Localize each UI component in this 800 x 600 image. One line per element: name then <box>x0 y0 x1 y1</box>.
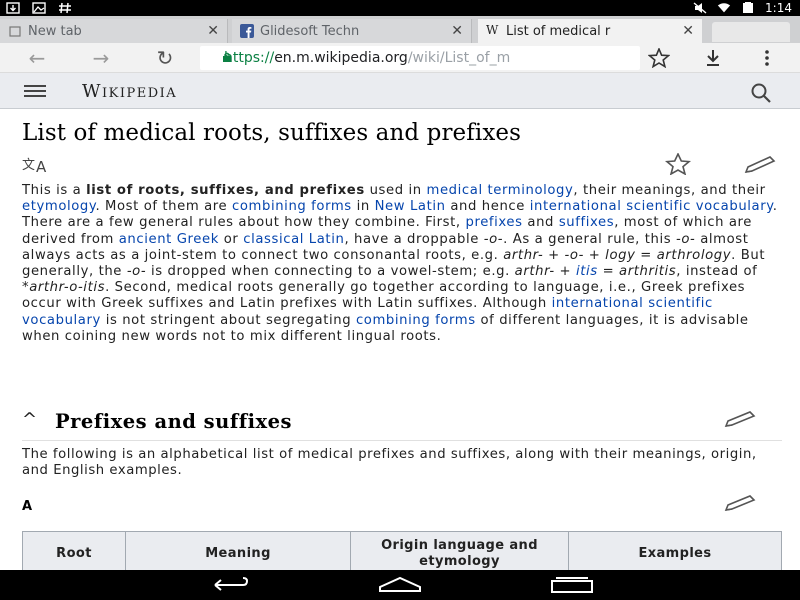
tab-label: New tab <box>28 23 82 39</box>
intro-text: and <box>522 215 559 231</box>
intro-text: or <box>218 231 244 247</box>
link-classical-latin[interactable]: classical Latin <box>243 232 344 247</box>
link-combining-forms[interactable]: combining forms <box>232 199 352 214</box>
intro-text: , have a droppable <box>344 231 484 247</box>
battery-icon <box>743 2 754 13</box>
page-actions: 文A <box>22 153 782 177</box>
intro-text: and hence <box>445 199 530 215</box>
svg-text:文: 文 <box>22 158 35 173</box>
intro-text: is dropped when connecting to a vowel-st… <box>146 264 515 280</box>
link-medical-terminology[interactable]: medical terminology <box>427 183 574 198</box>
close-icon[interactable]: ✕ <box>451 23 463 39</box>
home-nav-icon[interactable] <box>376 575 424 595</box>
link-itis[interactable]: itis <box>576 264 598 279</box>
section-title: Prefixes and suffixes <box>55 410 293 433</box>
facebook-icon <box>240 24 254 38</box>
intro-text: in <box>351 199 375 215</box>
hamburger-menu-icon[interactable] <box>24 85 46 97</box>
url-path: /wiki/List_of_m <box>407 50 511 66</box>
link-new-latin[interactable]: New Latin <box>375 199 446 214</box>
link-suffixes[interactable]: suffixes <box>559 215 614 230</box>
intro-text: , instead of <box>676 264 758 280</box>
link-international-scientific-vocabulary[interactable]: international scientific vocabulary <box>530 199 773 214</box>
tab-label: Glidesoft Techn <box>260 23 360 39</box>
tab-strip: New tab ✕ Glidesoft Techn ✕ W List of me… <box>0 16 800 43</box>
watch-star-icon[interactable] <box>662 153 694 175</box>
download-page-icon[interactable] <box>703 49 723 67</box>
intro-italic: arthr- + -o- + logy = arthrology <box>503 247 732 263</box>
page-title: List of medical roots, suffixes and pref… <box>22 120 522 146</box>
wiki-header: Wikipedia <box>0 73 800 109</box>
wifi-icon <box>717 3 731 13</box>
link-ancient-greek[interactable]: ancient Greek <box>119 232 219 247</box>
tab-wikipedia[interactable]: W List of medical r ✕ <box>478 19 702 43</box>
wikipedia-logo[interactable]: Wikipedia <box>82 81 177 102</box>
browser-toolbar: ← → ↻ https://en.m.wikipedia.org/wiki/Li… <box>0 43 800 73</box>
recents-nav-icon[interactable] <box>548 575 596 595</box>
new-tab-icon <box>9 26 21 37</box>
intro-italic: arthr- + <box>514 264 576 280</box>
chevron-up-icon[interactable]: ^ <box>22 409 37 430</box>
intro-text: , their meanings, and their <box>573 183 766 198</box>
edit-pencil-icon[interactable] <box>744 153 778 175</box>
link-prefixes[interactable]: prefixes <box>466 215 523 230</box>
intro-text: This is a <box>22 183 87 198</box>
back-arrow-icon[interactable]: ← <box>26 47 48 69</box>
subsection-heading: A <box>22 499 33 514</box>
android-nav-bar <box>0 570 800 600</box>
status-bar: 1:14 <box>0 0 800 16</box>
intro-italic: -o- <box>676 231 696 247</box>
tab-glidesoft[interactable]: Glidesoft Techn ✕ <box>232 19 472 43</box>
close-icon[interactable]: ✕ <box>682 23 694 39</box>
photo-icon <box>32 2 46 14</box>
language-icon[interactable]: 文A <box>22 155 58 175</box>
mute-icon <box>693 2 707 14</box>
intro-text: is not stringent about segregating <box>100 312 356 328</box>
close-icon[interactable]: ✕ <box>207 23 219 39</box>
tab-new-tab[interactable]: New tab ✕ <box>0 19 228 43</box>
intro-bold: list of roots, suffixes, and prefixes <box>86 183 365 198</box>
section-intro: The following is an alphabetical list of… <box>22 447 757 479</box>
svg-text:A: A <box>36 158 47 175</box>
link-combining-forms[interactable]: combining forms <box>356 313 476 328</box>
intro-italic: *arthr-o-itis <box>22 280 106 296</box>
intro-text: used in <box>364 183 427 198</box>
url-bar[interactable]: https://en.m.wikipedia.org/wiki/List_of_… <box>200 46 640 70</box>
lock-icon <box>223 52 231 62</box>
reload-icon[interactable]: ↻ <box>154 47 176 69</box>
back-nav-icon[interactable] <box>205 575 253 595</box>
intro-text: . As a general rule, this <box>503 231 677 247</box>
intro-italic: -o- <box>126 264 147 280</box>
edit-pencil-icon[interactable] <box>724 409 758 429</box>
link-etymology[interactable]: etymology <box>22 199 95 214</box>
edit-pencil-icon[interactable] <box>724 493 758 513</box>
url-host: en.m.wikipedia.org <box>274 50 408 66</box>
download-icon <box>6 2 20 14</box>
wikipedia-icon: W <box>486 23 499 37</box>
bookmark-star-icon[interactable] <box>648 48 670 68</box>
search-icon[interactable] <box>750 82 772 104</box>
intro-paragraph: This is a list of roots, suffixes, and p… <box>22 183 778 345</box>
new-tab-button[interactable] <box>712 22 790 42</box>
intro-text: . Most of them are <box>95 199 233 215</box>
forward-arrow-icon[interactable]: → <box>90 47 112 69</box>
intro-italic: -o- <box>483 231 504 247</box>
intro-italic: = arthritis <box>597 264 677 280</box>
hash-icon <box>59 2 71 14</box>
status-time: 1:14 <box>765 1 792 15</box>
section-header-prefixes[interactable]: ^ Prefixes and suffixes <box>22 405 782 441</box>
tab-label: List of medical r <box>506 23 611 39</box>
menu-dots-icon[interactable] <box>762 49 772 67</box>
